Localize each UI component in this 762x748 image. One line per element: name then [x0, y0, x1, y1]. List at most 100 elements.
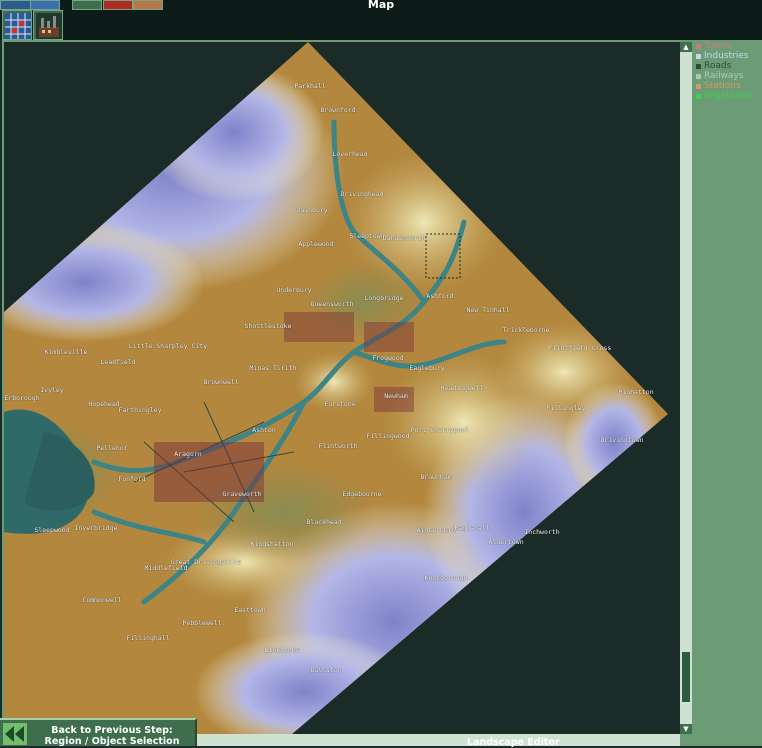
town-label[interactable]: Eaglehall: [454, 524, 489, 532]
legend-swatch: [696, 53, 701, 59]
map-legend: Towns Industries Roads Railways Stations Vege…: [693, 40, 762, 746]
town-label[interactable]: Eaglebury: [409, 364, 444, 372]
town-label[interactable]: Trickleborne: [503, 326, 550, 334]
town-label[interactable]: Drivinghead: [340, 190, 383, 198]
town-label[interactable]: Loverhead: [332, 150, 367, 158]
town-label[interactable]: Drivingtown: [600, 436, 643, 444]
town-label[interactable]: Frogwood: [372, 354, 403, 362]
town-label[interactable]: Linkstoke: [264, 646, 299, 654]
map-grid-button[interactable]: [2, 10, 32, 40]
legend-label: Railways: [704, 71, 744, 81]
town-label[interactable]: Minas Tirith: [250, 364, 297, 372]
legend-label: Towns: [704, 41, 732, 51]
legend-item-industries[interactable]: Industries: [696, 51, 762, 61]
town-label[interactable]: Blackhead: [306, 518, 341, 526]
industry-button[interactable]: [33, 10, 63, 40]
town-label[interactable]: Flintfield Cross: [549, 344, 612, 352]
town-label[interactable]: Pellenor: [96, 444, 127, 452]
legend-item-stations[interactable]: Stations: [696, 81, 762, 91]
town-label[interactable]: Leadfield: [100, 358, 135, 366]
town-label[interactable]: Parkhall: [294, 82, 325, 90]
legend-swatch: [696, 73, 701, 79]
status-bar: Landscape Editor: [197, 734, 762, 748]
town-label[interactable]: Brownwell: [203, 378, 238, 386]
town-label[interactable]: Inchworth: [524, 528, 559, 536]
town-label[interactable]: Fillinghall: [126, 634, 169, 642]
town-label[interactable]: Sleeptown: [349, 232, 384, 240]
town-label[interactable]: Brownford: [320, 106, 355, 114]
legend-swatch: [696, 83, 701, 89]
town-label[interactable]: Kimbleville: [44, 348, 87, 356]
town-label[interactable]: Commonwell: [82, 596, 121, 604]
legend-item-roads[interactable]: Roads: [696, 61, 762, 71]
town-label[interactable]: Brownham: [420, 473, 451, 481]
town-label[interactable]: Fonford: [118, 475, 145, 483]
legend-swatch: [696, 63, 701, 69]
town-label[interactable]: Furstone: [324, 400, 355, 408]
double-chevron-left-icon: [3, 723, 27, 745]
town-label[interactable]: Little Sharpley City: [129, 342, 207, 350]
town-label[interactable]: Edgebourne: [342, 490, 381, 498]
town-label[interactable]: Newham: [384, 392, 407, 400]
legend-item-railways[interactable]: Railways: [696, 71, 762, 81]
zoom-button[interactable]: [72, 0, 102, 10]
legend-label: Vegetation: [704, 91, 753, 101]
status-text: Landscape Editor: [467, 737, 560, 748]
scroll-up-arrow[interactable]: ▲: [680, 42, 692, 52]
town-label[interactable]: Erborough: [4, 394, 39, 402]
town-label[interactable]: Dardenworth: [382, 234, 425, 242]
town-label[interactable]: Winterburn: [416, 526, 455, 534]
town-label[interactable]: Sleepwood: [34, 526, 69, 534]
town-label[interactable]: Shottlestoke: [245, 322, 292, 330]
map-viewport[interactable]: Parkhall Brownford Loverhead Drivinghead Dai…: [4, 42, 680, 734]
town-label[interactable]: Fillingley: [546, 404, 585, 412]
town-label[interactable]: Ashton: [252, 426, 275, 434]
cropped-top-button-4[interactable]: [103, 0, 133, 10]
back-button-line1: Back to Previous Step:: [51, 725, 173, 736]
vertical-scrollbar[interactable]: ▲ ▼: [680, 42, 692, 734]
toolbar: [0, 0, 762, 40]
cropped-top-button-1[interactable]: [0, 0, 32, 10]
town-label[interactable]: Hopehead: [88, 400, 119, 408]
town-label[interactable]: Easttown: [234, 606, 265, 614]
terrain-map[interactable]: [4, 42, 680, 734]
town-label[interactable]: Queensworth: [310, 300, 353, 308]
town-label[interactable]: Port Cherrypool: [411, 426, 470, 434]
town-label[interactable]: Bellston: [310, 666, 341, 674]
factory-icon: [36, 13, 62, 39]
vertical-scroll-thumb[interactable]: [682, 652, 690, 702]
town-label[interactable]: Pinhatton: [618, 388, 653, 396]
town-label[interactable]: Middlefield: [144, 564, 187, 572]
town-label[interactable]: Aldertown: [488, 538, 523, 546]
grid-map-icon: [5, 13, 31, 39]
back-button-line2: Region / Object Selection: [44, 736, 180, 747]
town-label[interactable]: New Tinhall: [466, 306, 509, 314]
town-label[interactable]: Flintworth: [318, 442, 357, 450]
town-label[interactable]: Fillingwood: [366, 432, 409, 440]
town-label[interactable]: Applewood: [298, 240, 333, 248]
legend-item-vegetation[interactable]: Vegetation: [696, 91, 762, 101]
town-label[interactable]: Dainbury: [296, 206, 327, 214]
town-label[interactable]: Ivyley: [40, 386, 63, 394]
legend-label: Industries: [704, 51, 749, 61]
legend-swatch: [696, 93, 701, 99]
town-label[interactable]: Longbridge: [364, 294, 403, 302]
legend-list: Towns Industries Roads Railways Stations Vege…: [693, 40, 762, 101]
town-label[interactable]: Underbury: [276, 286, 311, 294]
back-button-label: Back to Previous Step: Region / Object S…: [28, 725, 196, 747]
town-label[interactable]: Graveworth: [222, 490, 261, 498]
cropped-top-button-5[interactable]: [133, 0, 163, 10]
cropped-top-button-2[interactable]: [30, 0, 60, 10]
town-label[interactable]: Ashford: [426, 292, 453, 300]
town-label[interactable]: Pebblewell: [182, 619, 221, 627]
legend-item-towns[interactable]: Towns: [696, 41, 762, 51]
town-label[interactable]: Aragorn: [174, 450, 201, 458]
town-label[interactable]: Headingwell: [440, 384, 483, 392]
legend-label: Stations: [704, 81, 741, 91]
town-label[interactable]: Kingshatton: [250, 540, 293, 548]
back-to-previous-step-button[interactable]: Back to Previous Step: Region / Object S…: [0, 718, 197, 747]
scroll-down-arrow[interactable]: ▼: [680, 724, 692, 734]
town-label[interactable]: Inverbridge: [74, 524, 117, 532]
town-label[interactable]: Farthingley: [118, 406, 161, 414]
town-label[interactable]: Knoxborough: [424, 574, 467, 582]
